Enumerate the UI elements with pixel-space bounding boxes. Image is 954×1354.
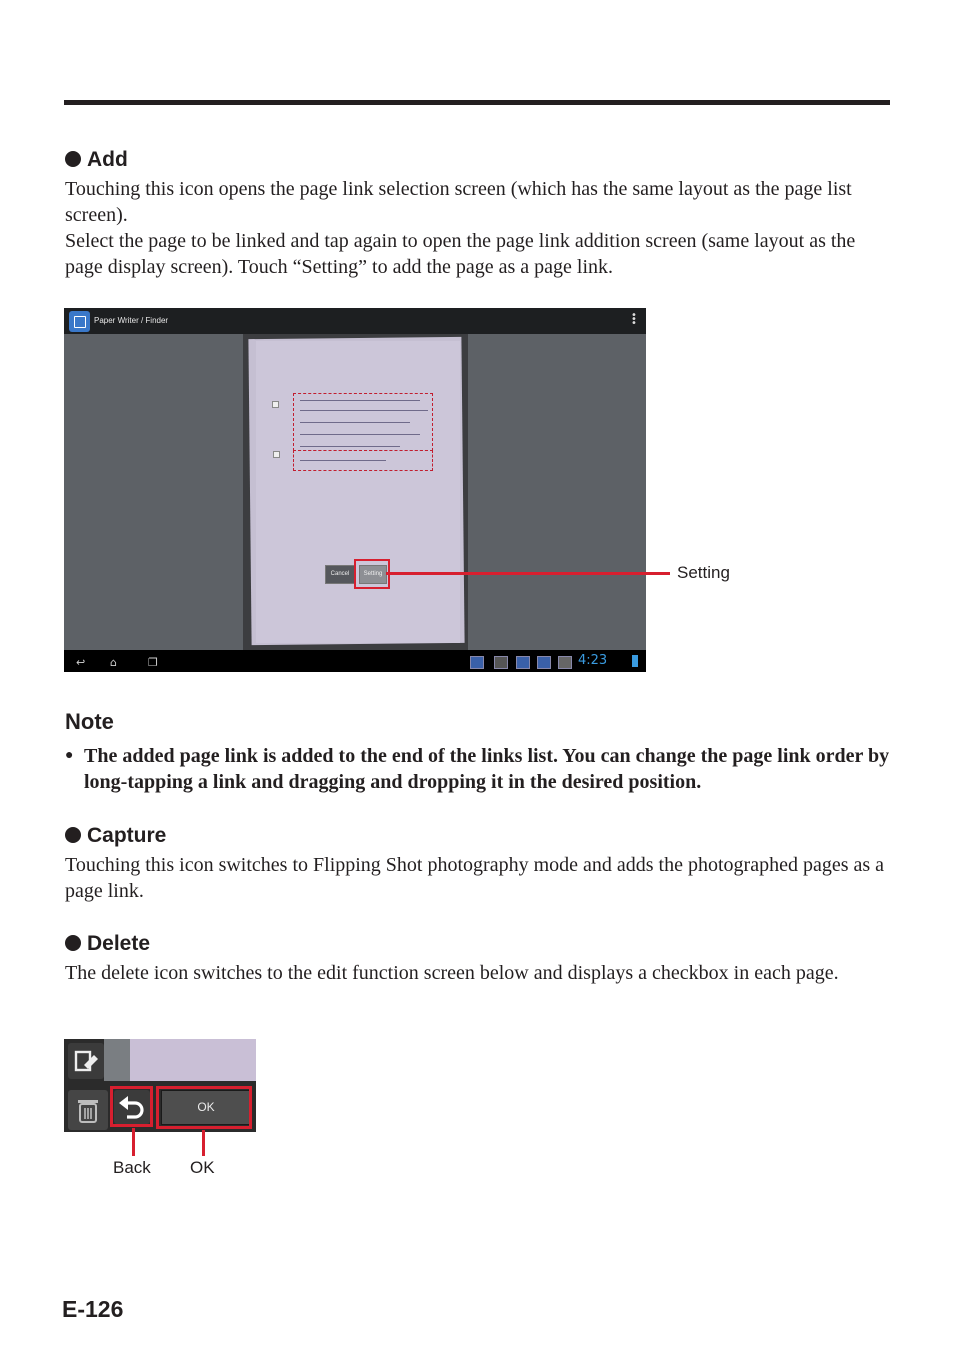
note-bullet: ● <box>65 748 74 763</box>
setting-callout-label: Setting <box>677 563 730 582</box>
cancel-button[interactable]: Cancel <box>325 565 355 584</box>
edit-function-screenshot: OK <box>64 1039 256 1132</box>
action-bar: Paper Writer / Finder • • • <box>64 308 646 334</box>
ok-highlight-box <box>156 1086 252 1129</box>
section-heading-delete: Delete <box>65 932 150 956</box>
notification-icon <box>537 656 551 669</box>
header-rule <box>64 100 890 105</box>
note-title: Note <box>65 709 114 734</box>
section-heading-add: Add <box>65 148 128 172</box>
back-callout-line <box>132 1128 135 1156</box>
add-paragraph-1: Touching this icon opens the page link s… <box>65 178 852 226</box>
paper-page-surface <box>256 341 460 643</box>
link-marker-icon <box>273 451 280 458</box>
ok-callout-label: OK <box>190 1158 215 1177</box>
note-text: The added page link is added to the end … <box>84 745 890 793</box>
home-icon[interactable]: ⌂ <box>110 657 117 668</box>
overflow-menu-icon[interactable]: • • • <box>631 311 637 329</box>
page-thumbnail-edge <box>104 1039 132 1081</box>
section-body-capture: Touching this icon switches to Flipping … <box>65 852 895 904</box>
app-icon[interactable] <box>69 311 90 332</box>
back-callout-label: Back <box>113 1158 151 1177</box>
page-link-addition-screenshot: Paper Writer / Finder • • • Cancel Setting… <box>64 308 646 672</box>
page-thumbnail <box>130 1039 256 1081</box>
note-item: ● The added page link is added to the en… <box>65 743 904 795</box>
link-area-1[interactable] <box>293 393 433 451</box>
recent-apps-icon[interactable]: ❐ <box>148 657 158 668</box>
notification-icon <box>470 656 484 669</box>
page-edit-icon[interactable] <box>68 1043 104 1079</box>
section-body-add: Touching this icon opens the page link s… <box>65 176 895 280</box>
capture-paragraph-1: Touching this icon switches to Flipping … <box>65 854 885 902</box>
bullet-dot-icon <box>65 151 81 167</box>
notification-icon <box>494 656 508 669</box>
system-bar: ↩ ⌂ ❐ 4:23 <box>64 650 646 672</box>
back-icon[interactable]: ↩ <box>76 657 85 668</box>
bullet-dot-icon <box>65 827 81 843</box>
setting-callout-line <box>386 572 670 575</box>
app-title: Paper Writer / Finder <box>94 316 169 325</box>
section-body-delete: The delete icon switches to the edit fun… <box>65 960 895 986</box>
bullet-dot-icon <box>65 935 81 951</box>
section-heading-capture: Capture <box>65 824 166 848</box>
ok-callout-line <box>202 1130 205 1156</box>
battery-icon <box>632 655 638 667</box>
delete-paragraph-1: The delete icon switches to the edit fun… <box>65 962 839 984</box>
notification-icon <box>516 656 530 669</box>
setting-highlight-box <box>354 559 390 589</box>
trash-icon[interactable] <box>68 1090 108 1130</box>
status-clock: 4:23 <box>578 653 608 668</box>
link-area-2[interactable] <box>293 450 433 471</box>
notification-icon <box>558 656 572 669</box>
back-highlight-box <box>110 1086 153 1127</box>
link-marker-icon <box>272 401 279 408</box>
page-number: E-126 <box>62 1296 124 1322</box>
add-paragraph-2: Select the page to be linked and tap aga… <box>65 230 856 278</box>
